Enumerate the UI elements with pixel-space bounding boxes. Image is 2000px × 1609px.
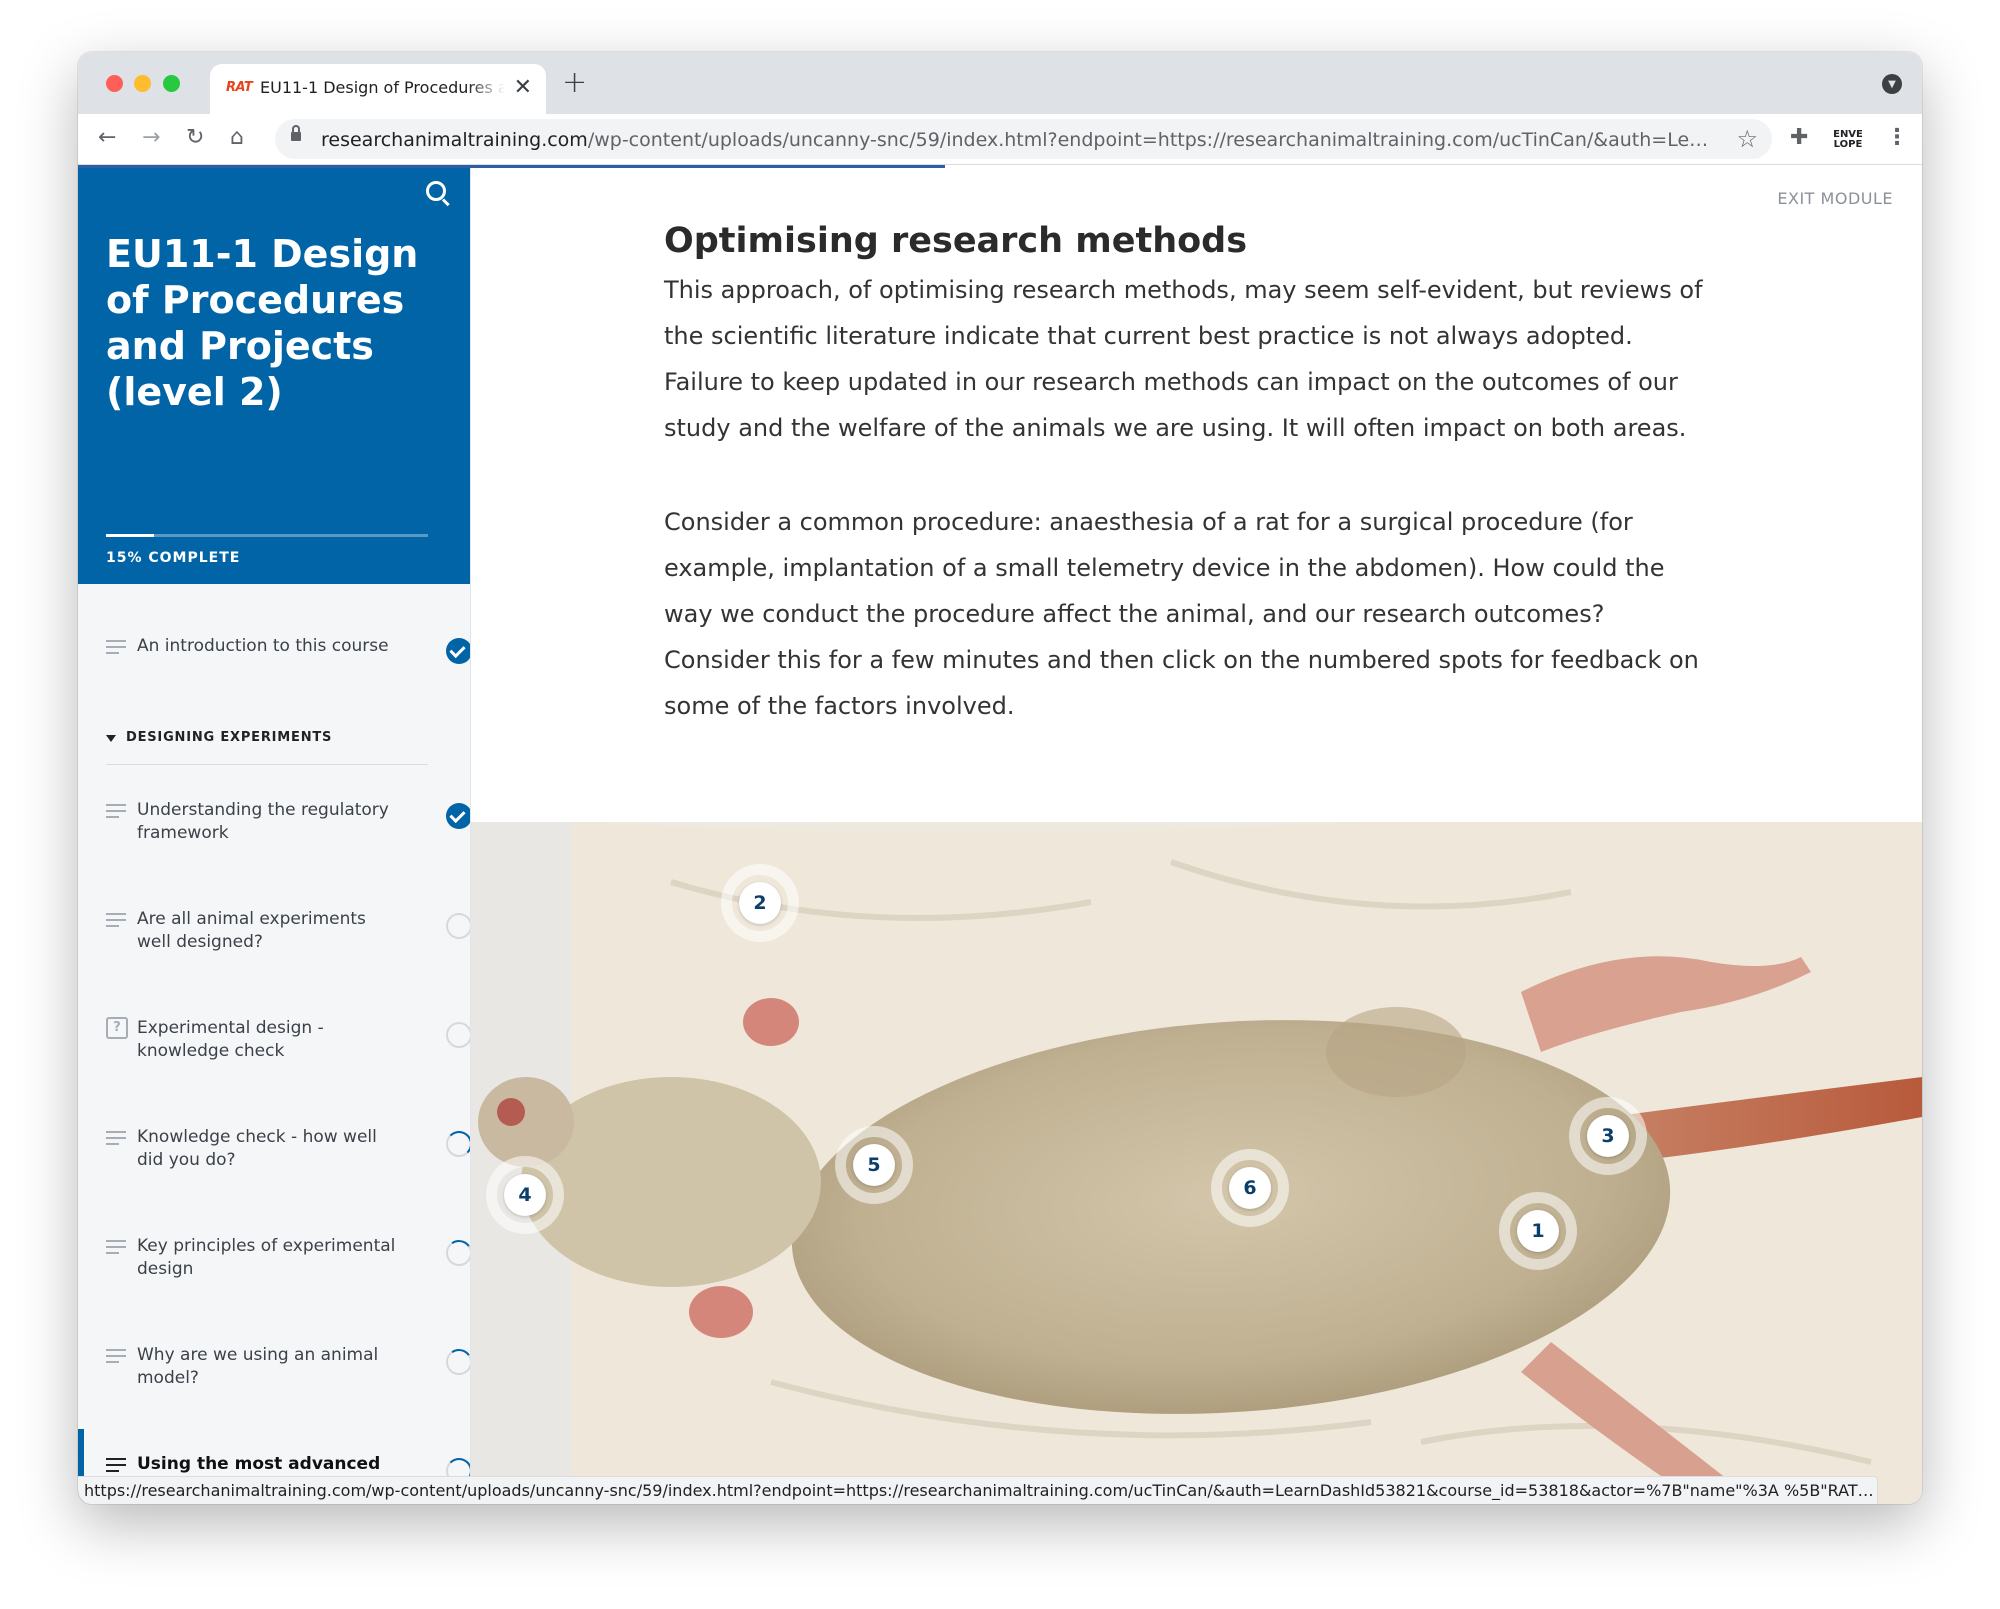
body-paragraph: Consider a common procedure: anaesthesia… bbox=[664, 508, 1699, 720]
in-progress-circle-icon bbox=[446, 1131, 470, 1157]
maximize-window-button[interactable] bbox=[163, 75, 180, 92]
url-text[interactable]: researchanimaltraining.com/wp-content/up… bbox=[321, 129, 1716, 151]
search-icon[interactable] bbox=[426, 181, 446, 201]
rat-photo-illustration bbox=[471, 822, 1922, 1504]
in-progress-circle-icon bbox=[446, 1349, 470, 1375]
extensions-puzzle-icon[interactable]: ✚ bbox=[1790, 124, 1808, 152]
rat-hotspot-image: 2 5 4 6 3 1 bbox=[471, 822, 1922, 1504]
hotspot-number: 1 bbox=[1517, 1210, 1559, 1252]
hotspot-number: 2 bbox=[739, 882, 781, 924]
in-progress-circle-icon bbox=[446, 1240, 470, 1266]
section-title: DESIGNING EXPERIMENTS bbox=[126, 730, 333, 745]
not-started-circle-icon bbox=[446, 1022, 470, 1048]
course-sidebar: EU11-1 Design of Procedures and Projects… bbox=[78, 165, 471, 1504]
exit-module-link[interactable]: EXIT MODULE bbox=[1777, 189, 1893, 208]
hotspot-3[interactable]: 3 bbox=[1569, 1097, 1647, 1175]
lesson-title: Why are we using an animal model? bbox=[137, 1345, 379, 1388]
envelope-extension-icon[interactable]: ENVE LOPE bbox=[1830, 130, 1866, 150]
hotspot-4[interactable]: 4 bbox=[486, 1156, 564, 1234]
lesson-lines-icon bbox=[106, 1349, 126, 1363]
reload-icon[interactable]: ↻ bbox=[186, 124, 204, 152]
course-title: EU11-1 Design of Procedures and Projects… bbox=[106, 232, 419, 414]
lesson-item[interactable]: Why are we using an animal model? bbox=[106, 1344, 470, 1404]
hotspot-number: 3 bbox=[1587, 1115, 1629, 1157]
course-progress-bar bbox=[106, 534, 428, 537]
lesson-lines-icon bbox=[106, 1240, 126, 1254]
hotspot-5[interactable]: 5 bbox=[835, 1126, 913, 1204]
lesson-title: Are all animal experiments well designed… bbox=[137, 909, 366, 952]
browser-tab[interactable]: RAT EU11-1 Design of Procedures and Proj… bbox=[210, 64, 546, 114]
completed-check-icon bbox=[446, 638, 470, 664]
lesson-lines-icon bbox=[106, 1131, 126, 1145]
lesson-item-introduction[interactable]: An introduction to this course bbox=[106, 635, 470, 695]
lesson-item[interactable]: Key principles of experimental design bbox=[106, 1235, 470, 1295]
tab-search-icon[interactable]: ▼ bbox=[1882, 74, 1902, 94]
lock-icon bbox=[291, 125, 301, 141]
not-started-circle-icon bbox=[446, 913, 470, 939]
lesson-title: Understanding the regulatory framework bbox=[137, 800, 389, 843]
page-title: Optimising research methods bbox=[664, 221, 1248, 261]
lesson-title: Knowledge check - how well did you do? bbox=[137, 1127, 377, 1170]
lesson-content: EXIT MODULE Optimising research methods … bbox=[471, 165, 1922, 1504]
lesson-title: Using the most advanced bbox=[137, 1454, 381, 1474]
link-status-bar: https://researchanimaltraining.com/wp-co… bbox=[78, 1476, 1878, 1504]
lesson-lines-icon bbox=[106, 1458, 126, 1472]
address-bar[interactable]: researchanimaltraining.com/wp-content/up… bbox=[275, 119, 1772, 159]
url-path: /wp-content/uploads/uncanny-snc/59/index… bbox=[587, 129, 1716, 151]
hotspot-1[interactable]: 1 bbox=[1499, 1192, 1577, 1270]
lesson-lines-icon bbox=[106, 640, 126, 654]
hotspot-2[interactable]: 2 bbox=[721, 864, 799, 942]
bookmark-star-icon[interactable]: ☆ bbox=[1736, 125, 1758, 153]
close-tab-icon[interactable]: ✕ bbox=[514, 75, 532, 100]
collapse-triangle-icon bbox=[106, 735, 116, 742]
lesson-lines-icon bbox=[106, 804, 126, 818]
course-progress-fill bbox=[106, 534, 155, 537]
hotspot-number: 4 bbox=[504, 1174, 546, 1216]
minimize-window-button[interactable] bbox=[134, 75, 151, 92]
lesson-item[interactable]: Are all animal experiments well designed… bbox=[106, 908, 470, 968]
page-load-progress-bar bbox=[78, 165, 945, 168]
page-content: EU11-1 Design of Procedures and Projects… bbox=[78, 165, 1922, 1504]
lesson-title: Key principles of experimental design bbox=[137, 1236, 396, 1279]
course-header: EU11-1 Design of Procedures and Projects… bbox=[78, 165, 470, 584]
close-window-button[interactable] bbox=[106, 75, 123, 92]
tab-title: EU11-1 Design of Procedures and Projects… bbox=[260, 78, 505, 97]
back-arrow-icon[interactable]: ← bbox=[98, 124, 116, 152]
lesson-item[interactable]: ? Experimental design - knowledge check bbox=[106, 1017, 470, 1077]
tab-strip: RAT EU11-1 Design of Procedures and Proj… bbox=[78, 52, 1922, 114]
new-tab-button[interactable]: + bbox=[562, 65, 587, 100]
browser-window: RAT EU11-1 Design of Procedures and Proj… bbox=[78, 52, 1922, 1504]
hotspot-number: 6 bbox=[1229, 1167, 1271, 1209]
section-header-designing-experiments[interactable]: DESIGNING EXPERIMENTS bbox=[106, 730, 428, 765]
lesson-item[interactable]: Understanding the regulatory framework bbox=[106, 799, 470, 859]
browser-toolbar: ← → ↻ ⌂ researchanimaltraining.com/wp-co… bbox=[78, 114, 1922, 165]
forward-arrow-icon[interactable]: → bbox=[142, 124, 160, 152]
lesson-title: Experimental design - knowledge check bbox=[137, 1018, 324, 1061]
favicon-icon: RAT bbox=[226, 80, 253, 95]
lesson-item[interactable]: Knowledge check - how well did you do? bbox=[106, 1126, 470, 1186]
body-paragraph: This approach, of optimising research me… bbox=[664, 276, 1703, 442]
lesson-lines-icon bbox=[106, 913, 126, 927]
hotspot-6[interactable]: 6 bbox=[1211, 1149, 1289, 1227]
lesson-title: An introduction to this course bbox=[137, 636, 389, 656]
quiz-icon: ? bbox=[106, 1017, 128, 1039]
url-domain: researchanimaltraining.com bbox=[321, 129, 588, 151]
hotspot-number: 5 bbox=[853, 1144, 895, 1186]
completed-check-icon bbox=[446, 803, 470, 829]
home-icon[interactable]: ⌂ bbox=[230, 124, 244, 152]
course-progress-label: 15% COMPLETE bbox=[106, 550, 241, 566]
browser-menu-icon[interactable]: ⋮ bbox=[1886, 124, 1908, 152]
